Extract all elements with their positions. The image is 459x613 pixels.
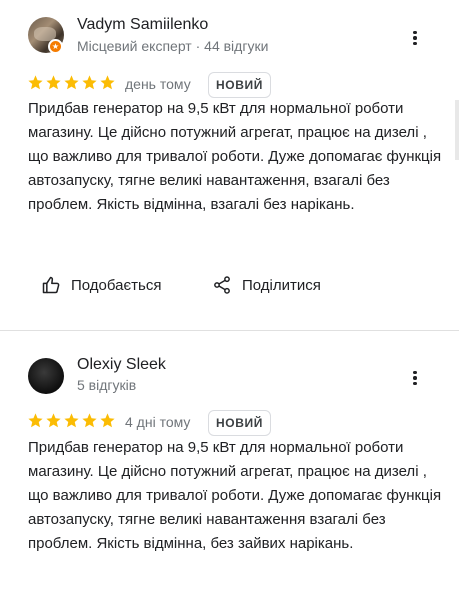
like-label: Подобається: [71, 276, 162, 294]
reviewer-meta: Місцевий експерт · 44 відгуки: [77, 38, 269, 54]
star-icon: [28, 413, 43, 428]
star-icon: [28, 75, 43, 90]
star-icon: [64, 75, 79, 90]
new-badge: НОВИЙ: [208, 72, 271, 98]
star-icon: [64, 413, 79, 428]
thumb-up-icon: [42, 276, 60, 294]
share-label: Поділитися: [242, 276, 321, 294]
review-date: день тому: [125, 76, 191, 92]
review-card: Olexiy Sleek 5 відгуків 4 дні тому НОВИЙ…: [0, 332, 459, 613]
star-icon: [82, 75, 97, 90]
local-guide-badge-icon: ★: [48, 39, 63, 54]
share-button[interactable]: Поділитися: [212, 272, 321, 298]
rating-stars: [27, 74, 116, 91]
star-icon: [82, 413, 97, 428]
reviewer-name[interactable]: Olexiy Sleek: [77, 356, 166, 374]
new-badge: НОВИЙ: [208, 410, 271, 436]
star-icon: [100, 75, 115, 90]
review-card: ★ Vadym Samiilenko Місцевий експерт · 44…: [0, 0, 459, 331]
reviewer-meta: 5 відгуків: [77, 377, 137, 393]
scrollbar[interactable]: [455, 100, 459, 160]
star-icon: [46, 75, 61, 90]
review-date: 4 дні тому: [125, 414, 191, 430]
more-options-icon[interactable]: [405, 28, 425, 48]
share-icon: [214, 276, 230, 294]
review-text: Придбав генератор на 9,5 кВт для нормаль…: [28, 439, 442, 552]
divider: [0, 330, 459, 331]
star-icon: [46, 413, 61, 428]
avatar[interactable]: [28, 358, 64, 394]
star-icon: [100, 413, 115, 428]
rating-stars: [27, 412, 116, 429]
review-text: Придбав генератор на 9,5 кВт для нормаль…: [28, 100, 442, 213]
like-button[interactable]: Подобається: [41, 272, 161, 298]
more-options-icon[interactable]: [405, 368, 425, 388]
reviewer-name[interactable]: Vadym Samiilenko: [77, 16, 208, 34]
